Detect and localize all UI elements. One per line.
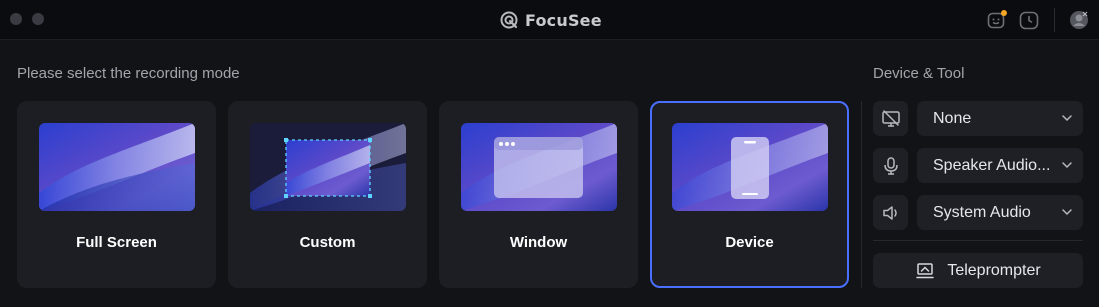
mode-card-window[interactable]: Window <box>439 101 638 288</box>
recording-mode-prompt: Please select the recording mode <box>17 65 240 82</box>
system-audio-select-value: System Audio <box>933 203 1031 221</box>
app-title: FocuSee <box>500 9 602 31</box>
microphone-select[interactable]: Speaker Audio... <box>917 148 1083 183</box>
panel-divider <box>861 101 862 288</box>
avatar-icon[interactable] <box>1068 9 1090 31</box>
app-title-text: FocuSee <box>525 10 602 30</box>
mode-card-device[interactable]: Device <box>650 101 849 288</box>
camera-select-value: None <box>933 109 972 127</box>
microphone-select-value: Speaker Audio... <box>933 156 1051 174</box>
speaker-icon <box>882 205 897 220</box>
mode-card-full-screen[interactable]: Full Screen <box>17 101 216 288</box>
window-minimize-button[interactable] <box>32 13 44 25</box>
mode-label: Custom <box>299 234 356 251</box>
window-thumbnail <box>461 123 617 211</box>
camera-off-icon <box>881 109 900 127</box>
feedback-icon[interactable] <box>986 9 1008 31</box>
notification-dot <box>1001 10 1007 16</box>
teleprompter-label: Teleprompter <box>947 261 1041 279</box>
custom-thumbnail <box>250 123 406 211</box>
teleprompter-button[interactable]: Teleprompter <box>873 253 1083 288</box>
window-close-button[interactable] <box>10 13 22 25</box>
camera-select[interactable]: None <box>917 101 1083 136</box>
titlebar-divider <box>1054 8 1055 32</box>
chevron-down-icon <box>1062 209 1072 216</box>
teleprompter-icon <box>916 262 935 278</box>
mode-label: Window <box>509 234 568 251</box>
title-bar: FocuSee <box>0 0 1099 40</box>
tool-divider <box>873 240 1083 241</box>
camera-toggle-button[interactable] <box>873 101 908 136</box>
chevron-down-icon <box>1062 162 1072 169</box>
mode-label: Device <box>725 234 774 251</box>
device-thumbnail <box>672 123 828 211</box>
device-tool-heading: Device & Tool <box>873 65 965 82</box>
chevron-down-icon <box>1062 115 1072 122</box>
microphone-toggle-button[interactable] <box>873 148 908 183</box>
mode-label: Full Screen <box>76 234 157 251</box>
system-audio-toggle-button[interactable] <box>873 195 908 230</box>
history-icon[interactable] <box>1018 9 1040 31</box>
full-screen-thumbnail <box>39 123 195 211</box>
focusee-logo-icon <box>500 11 518 29</box>
microphone-icon <box>883 156 898 175</box>
mode-card-custom[interactable]: Custom <box>228 101 427 288</box>
system-audio-select[interactable]: System Audio <box>917 195 1083 230</box>
